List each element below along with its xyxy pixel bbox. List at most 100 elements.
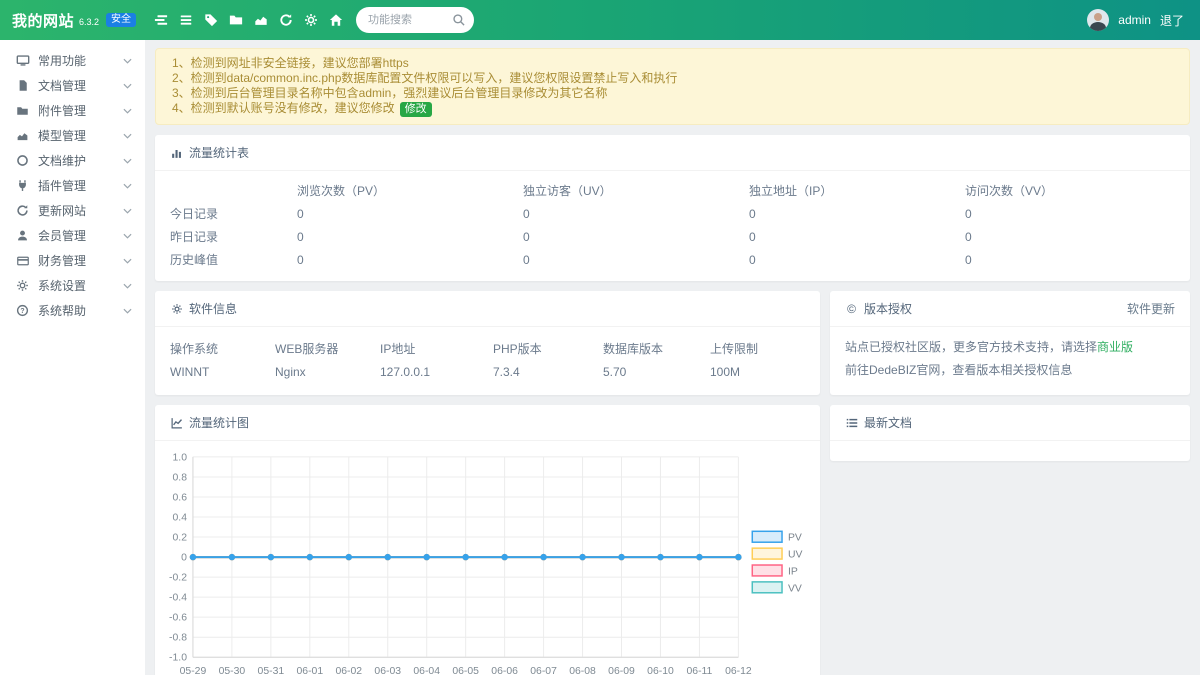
cell-value: 0 — [523, 248, 749, 271]
sidebar-item-system-settings[interactable]: 系统设置 — [0, 273, 145, 298]
brand: 我的网站 6.3.2 安全 — [0, 10, 148, 31]
svg-text:PV: PV — [788, 533, 802, 544]
svg-text:IP: IP — [788, 566, 798, 577]
svg-text:?: ? — [20, 308, 24, 315]
traffic-stats-header: 流量统计表 — [155, 135, 1190, 171]
sidebar-item-document-maintenance[interactable]: 文档维护 — [0, 148, 145, 173]
bar-chart-icon — [170, 146, 183, 159]
latest-docs-panel: 最新文档 — [830, 405, 1190, 461]
cell-value: 0 — [965, 248, 1190, 271]
plug-icon — [15, 179, 30, 193]
latest-docs-header: 最新文档 — [830, 405, 1190, 441]
business-edition-link[interactable]: 商业版 — [1097, 340, 1133, 354]
license-body: 站点已授权社区版，更多官方技术支持，请选择商业版 前往DedeBIZ官网，查看版… — [830, 327, 1190, 395]
line-chart-icon — [170, 416, 183, 429]
sidebar-item-finance-management[interactable]: 财务管理 — [0, 248, 145, 273]
logout-link[interactable]: 退了 — [1160, 12, 1184, 29]
sidebar-item-label: 系统帮助 — [38, 302, 123, 319]
sidebar-item-model-management[interactable]: 模型管理 — [0, 123, 145, 148]
alert-line-text: 4、检测到默认账号没有修改，建议您修改 — [172, 101, 395, 115]
chevron-down-icon — [123, 183, 132, 189]
svg-text:05-30: 05-30 — [219, 666, 246, 675]
col-header-pv: 浏览次数（PV） — [297, 179, 523, 202]
license-panel: © 版本授权 软件更新 站点已授权社区版，更多官方技术支持，请选择商业版 前往D… — [830, 291, 1190, 395]
chevron-down-icon — [123, 133, 132, 139]
svg-text:05-29: 05-29 — [180, 666, 207, 675]
stream-icon[interactable] — [148, 7, 173, 33]
search-icon[interactable] — [452, 13, 466, 32]
chevron-down-icon — [123, 308, 132, 314]
safe-badge[interactable]: 安全 — [106, 13, 136, 27]
info-value: 5.70 — [603, 360, 710, 383]
svg-text:1.0: 1.0 — [173, 452, 188, 463]
chevron-down-icon — [123, 58, 132, 64]
svg-text:06-06: 06-06 — [491, 666, 518, 675]
user-area: admin 退了 — [1087, 9, 1200, 31]
sidebar-item-label: 更新网站 — [38, 202, 123, 219]
cell-value: 0 — [749, 225, 965, 248]
circle-icon — [15, 154, 30, 168]
gear-icon — [15, 279, 30, 293]
sidebar-item-label: 文档管理 — [38, 77, 123, 94]
sidebar-item-attachment-management[interactable]: 附件管理 — [0, 98, 145, 123]
sidebar: 常用功能 文档管理 附件管理 模型管理 文档维护 插件管理 更新网站 会员管理 — [0, 40, 145, 675]
cell-value: 0 — [749, 202, 965, 225]
file-icon — [15, 79, 30, 93]
panel-title: 软件信息 — [189, 300, 237, 317]
license-line: 站点已授权社区版，更多官方技术支持，请选择商业版 — [845, 336, 1175, 359]
sidebar-item-label: 插件管理 — [38, 177, 123, 194]
svg-text:0: 0 — [181, 553, 187, 564]
svg-text:-1.0: -1.0 — [169, 653, 187, 664]
chart-area-icon[interactable] — [248, 7, 273, 33]
svg-text:VV: VV — [788, 583, 802, 594]
software-info-header: 软件信息 — [155, 291, 820, 327]
sidebar-item-system-help[interactable]: ? 系统帮助 — [0, 298, 145, 323]
settings-icon[interactable] — [298, 7, 323, 33]
tag-icon[interactable] — [198, 7, 223, 33]
gears-icon — [170, 302, 183, 315]
sidebar-item-label: 财务管理 — [38, 252, 123, 269]
user-name[interactable]: admin — [1118, 13, 1151, 27]
software-info-panel: 软件信息 操作系统 WEB服务器 IP地址 PHP版本 数据库版本 上传限制 W… — [155, 291, 820, 395]
info-label: IP地址 — [380, 337, 493, 360]
svg-text:06-03: 06-03 — [374, 666, 401, 675]
software-update-link[interactable]: 软件更新 — [1127, 300, 1175, 317]
chart-area-icon — [15, 129, 30, 143]
avatar[interactable] — [1087, 9, 1109, 31]
cell-value: 0 — [523, 202, 749, 225]
svg-text:-0.8: -0.8 — [169, 633, 187, 644]
chevron-down-icon — [123, 258, 132, 264]
latest-docs-body — [830, 441, 1190, 461]
svg-text:0.2: 0.2 — [173, 533, 188, 544]
sidebar-item-member-management[interactable]: 会员管理 — [0, 223, 145, 248]
svg-text:0.4: 0.4 — [173, 512, 188, 523]
chevron-down-icon — [123, 233, 132, 239]
svg-text:06-02: 06-02 — [335, 666, 362, 675]
folder-icon[interactable] — [223, 7, 248, 33]
traffic-chart-body: 1.00.80.60.40.20-0.2-0.4-0.6-0.8-1.005-2… — [155, 441, 820, 675]
info-label: 操作系统 — [170, 337, 275, 360]
list-icon — [845, 416, 858, 429]
sidebar-item-label: 模型管理 — [38, 127, 123, 144]
panel-title: 最新文档 — [864, 414, 912, 431]
home-icon[interactable] — [323, 7, 348, 33]
alert-line: 1、检测到网址非安全链接，建议您部署https — [172, 56, 1173, 71]
fix-button[interactable]: 修改 — [400, 102, 432, 117]
refresh-icon — [15, 204, 30, 218]
site-version: 6.3.2 — [79, 17, 99, 27]
sidebar-item-label: 附件管理 — [38, 102, 123, 119]
sidebar-item-update-site[interactable]: 更新网站 — [0, 198, 145, 223]
sidebar-item-plugin-management[interactable]: 插件管理 — [0, 173, 145, 198]
sidebar-item-document-management[interactable]: 文档管理 — [0, 73, 145, 98]
panel-title: 流量统计图 — [189, 414, 249, 431]
refresh-icon[interactable] — [273, 7, 298, 33]
svg-text:0.8: 0.8 — [173, 472, 188, 483]
row-label: 今日记录 — [170, 202, 297, 225]
menu-icon[interactable] — [173, 7, 198, 33]
sidebar-item-common-functions[interactable]: 常用功能 — [0, 48, 145, 73]
panel-title: 流量统计表 — [189, 144, 249, 161]
col-header-uv: 独立访客（UV） — [523, 179, 749, 202]
info-label: PHP版本 — [493, 337, 603, 360]
main-content: 1、检测到网址非安全链接，建议您部署https 2、检测到data/common… — [145, 40, 1200, 675]
traffic-stats-panel: 流量统计表 浏览次数（PV） 独立访客（UV） 独立地址（IP） 访问次数（VV… — [155, 135, 1190, 281]
